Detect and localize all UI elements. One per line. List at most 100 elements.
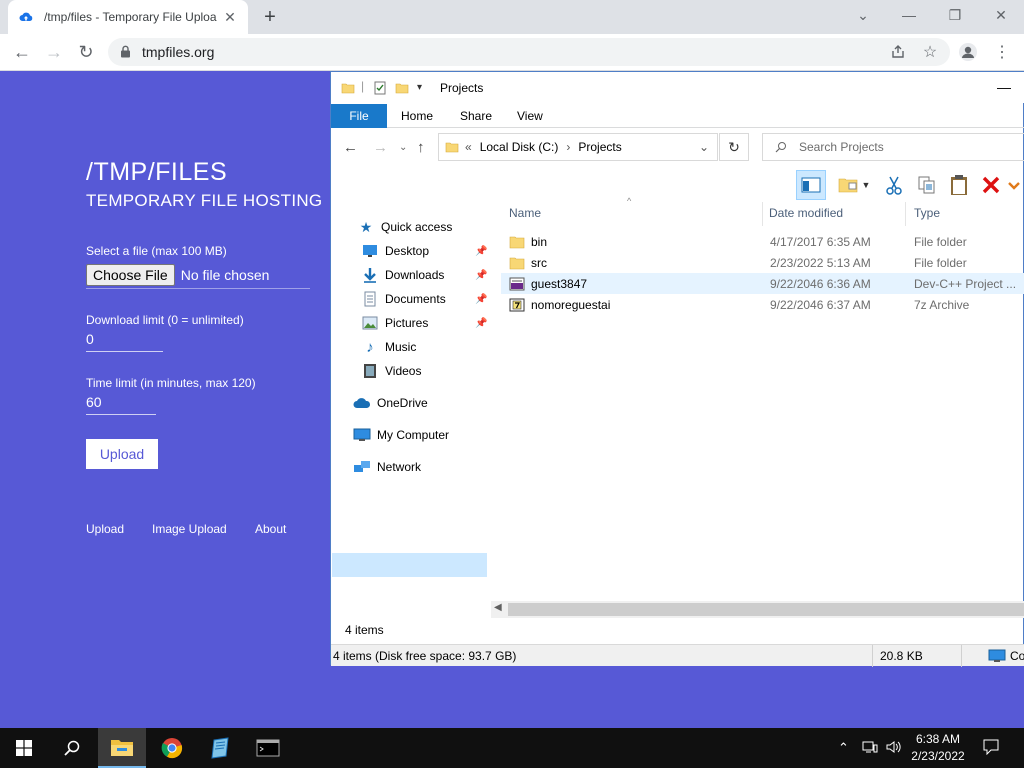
taskbar-notebook-app[interactable] — [196, 728, 244, 768]
ribbon-tab-home[interactable]: Home — [401, 109, 433, 123]
nav-pictures[interactable]: Pictures — [361, 312, 428, 334]
scrollbar-thumb[interactable] — [508, 603, 1024, 616]
restore-button[interactable]: ❐ — [932, 0, 978, 30]
horizontal-scrollbar[interactable]: ◀ — [491, 601, 1024, 618]
tab-title: /tmp/files - Temporary File Uploa — [44, 10, 217, 24]
status-size: 20.8 KB — [880, 649, 923, 663]
copy-icon[interactable] — [912, 170, 942, 200]
file-row-guest3847[interactable]: guest3847 9/22/2046 6:36 AM Dev-C++ Proj… — [501, 273, 1024, 294]
new-folder-icon[interactable] — [395, 81, 409, 98]
browser-tabstrip: /tmp/files - Temporary File Uploa ✕ + ⌄ … — [0, 0, 1024, 34]
explorer-search-input[interactable]: Search Projects — [762, 133, 1024, 161]
ribbon-tab-share[interactable]: Share — [460, 109, 492, 123]
footer-link-upload[interactable]: Upload — [86, 522, 124, 536]
tab-search-icon[interactable]: ⌄ — [840, 0, 886, 30]
ribbon-tab-view[interactable]: View — [517, 109, 543, 123]
breadcrumb-prefix[interactable]: « — [465, 140, 472, 154]
start-button[interactable] — [0, 728, 48, 768]
search-button[interactable] — [48, 728, 96, 768]
nav-network[interactable]: Network — [353, 456, 421, 478]
file-input[interactable]: Choose File No file chosen — [86, 262, 310, 289]
show-hidden-icons[interactable]: ⌃ — [838, 740, 849, 756]
breadcrumb-projects[interactable]: Projects — [578, 140, 621, 154]
close-window-button[interactable]: ✕ — [978, 0, 1024, 30]
file-list: ^ Name Date modified Type bin 4/17/2017 … — [491, 196, 1024, 602]
ribbon-tab-file[interactable]: File — [331, 104, 387, 128]
cloud-icon — [353, 395, 371, 411]
cut-icon[interactable] — [879, 170, 909, 200]
address-dropdown-icon[interactable]: ⌄ — [699, 140, 709, 154]
explorer-titlebar: | ▾ Projects — — [331, 72, 1024, 103]
nav-onedrive[interactable]: OneDrive — [353, 392, 428, 414]
music-note-icon: ♪ — [366, 338, 374, 356]
forward-button[interactable]: → — [42, 40, 66, 64]
share-icon[interactable] — [886, 40, 910, 64]
profile-avatar[interactable] — [956, 40, 980, 64]
nav-videos[interactable]: Videos — [361, 360, 421, 382]
explorer-back-button[interactable]: ← — [343, 139, 358, 156]
back-button[interactable]: ← — [10, 40, 34, 64]
choose-file-button[interactable]: Choose File — [86, 264, 175, 286]
file-date: 4/17/2017 6:35 AM — [770, 234, 871, 249]
taskbar-clock[interactable]: 6:38 AM 2/23/2022 — [906, 731, 970, 765]
explorer-minimize-button[interactable]: — — [997, 79, 1011, 95]
cloud-upload-icon — [18, 9, 34, 25]
file-row-nomoreguestai[interactable]: nomoreguestai 9/22/2046 6:37 AM 7z Archi… — [501, 294, 1024, 315]
up-button[interactable]: ↑ — [417, 139, 425, 156]
footer-link-image-upload[interactable]: Image Upload — [152, 522, 227, 536]
menu-kebab-icon[interactable]: ⋮ — [990, 40, 1014, 64]
browser-tab[interactable]: /tmp/files - Temporary File Uploa ✕ — [8, 0, 248, 34]
upload-button[interactable]: Upload — [86, 439, 158, 469]
pin-icon: 📌 — [475, 246, 488, 257]
column-header-name[interactable]: Name — [509, 206, 541, 220]
nav-my-computer[interactable]: My Computer — [353, 424, 449, 446]
delete-icon[interactable] — [976, 170, 1006, 200]
properties-icon[interactable] — [373, 81, 387, 98]
site-subtitle: TEMPORARY FILE HOSTING — [86, 191, 323, 210]
nav-downloads[interactable]: Downloads — [361, 264, 444, 286]
download-limit-input[interactable]: 0 — [86, 331, 163, 352]
explorer-refresh-button[interactable]: ↻ — [719, 133, 749, 161]
nav-desktop[interactable]: Desktop — [361, 240, 429, 262]
file-row-bin[interactable]: bin 4/17/2017 6:35 AM File folder — [501, 231, 1024, 252]
view-dropdown-icon[interactable]: ▼ — [859, 170, 873, 200]
bookmark-star-icon[interactable]: ☆ — [918, 40, 942, 64]
explorer-address-bar[interactable]: « Local Disk (C:) › Projects ⌄ — [438, 133, 718, 161]
folder-icon — [509, 236, 525, 248]
file-label: Select a file (max 100 MB) — [86, 244, 227, 258]
address-bar[interactable]: tmpfiles.org — [108, 38, 950, 66]
reload-button[interactable]: ↻ — [74, 40, 98, 64]
more-commands-icon[interactable] — [1003, 170, 1024, 200]
download-limit-label: Download limit (0 = unlimited) — [86, 313, 244, 327]
scroll-left-icon[interactable]: ◀ — [494, 602, 502, 613]
taskbar-terminal[interactable] — [244, 728, 292, 768]
new-tab-button[interactable]: + — [258, 5, 282, 29]
file-name: src — [531, 255, 547, 270]
column-header-date[interactable]: Date modified — [769, 206, 843, 220]
column-separator[interactable] — [762, 202, 763, 226]
clock-time: 6:38 AM — [915, 732, 961, 746]
paste-icon[interactable] — [944, 170, 974, 200]
nav-music[interactable]: ♪ Music — [361, 336, 416, 358]
recent-locations-icon[interactable]: ⌄ — [399, 142, 407, 153]
column-separator[interactable] — [905, 202, 906, 226]
documents-icon — [361, 291, 379, 307]
file-row-src[interactable]: src 2/23/2022 5:13 AM File folder — [501, 252, 1024, 273]
footer-link-about[interactable]: About — [255, 522, 286, 536]
breadcrumb-local-disk[interactable]: Local Disk (C:) — [480, 140, 559, 154]
time-limit-input[interactable]: 60 — [86, 394, 156, 415]
taskbar-chrome[interactable] — [148, 728, 196, 768]
folder-icon — [341, 81, 355, 98]
network-tray-icon[interactable] — [862, 740, 878, 757]
action-center-icon[interactable] — [983, 739, 999, 758]
nav-documents[interactable]: Documents — [361, 288, 446, 310]
volume-icon[interactable] — [886, 740, 902, 757]
column-header-type[interactable]: Type — [914, 206, 940, 220]
nav-quick-access[interactable]: ★ Quick access — [357, 216, 453, 238]
minimize-button[interactable]: — — [886, 0, 932, 30]
preview-pane-icon[interactable] — [796, 170, 826, 200]
explorer-forward-button[interactable]: → — [373, 139, 388, 156]
taskbar-file-explorer[interactable] — [98, 728, 146, 768]
tab-close-icon[interactable]: ✕ — [222, 9, 238, 25]
customize-qa-icon[interactable]: ▾ — [417, 82, 422, 93]
